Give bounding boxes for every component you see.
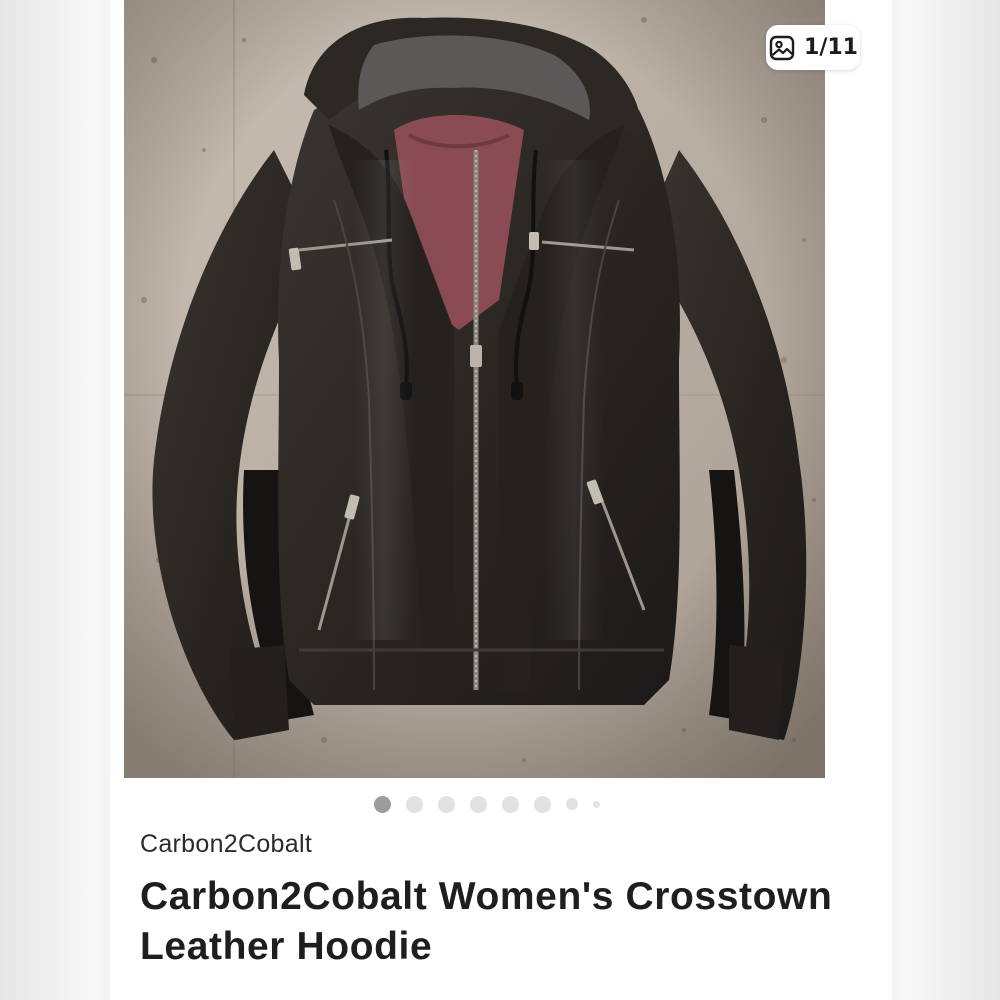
- carousel-dot-6[interactable]: [534, 795, 551, 813]
- image-icon: [769, 35, 795, 60]
- right-gutter: [890, 0, 1000, 1000]
- carousel-dot-5[interactable]: [502, 795, 519, 813]
- photo-counter-text: 1/11: [804, 35, 858, 60]
- product-photo[interactable]: [124, 0, 825, 778]
- left-gutter: [0, 0, 110, 1000]
- jacket-image: [124, 0, 825, 778]
- title-line-1: Carbon2Cobalt Women's Crosstown: [140, 875, 833, 918]
- carousel-dot-4[interactable]: [470, 795, 487, 813]
- title-line-2: Leather Hoodie: [140, 925, 433, 968]
- photo-counter-badge[interactable]: 1/11: [766, 25, 860, 70]
- listing-card: 1/11 Carbon2Cobalt Carbon2Cobalt Women's…: [110, 0, 892, 1000]
- carousel-dot-1[interactable]: [374, 795, 391, 813]
- carousel-dot-2[interactable]: [406, 795, 423, 813]
- carousel-dots: [110, 794, 892, 814]
- listing-title: Carbon2Cobalt Women's Crosstown Leather …: [140, 872, 860, 972]
- carousel-dot-7[interactable]: [566, 798, 578, 810]
- carousel-dot-3[interactable]: [438, 795, 455, 813]
- brand-link[interactable]: Carbon2Cobalt: [140, 830, 312, 859]
- carousel-dot-8[interactable]: [593, 800, 600, 808]
